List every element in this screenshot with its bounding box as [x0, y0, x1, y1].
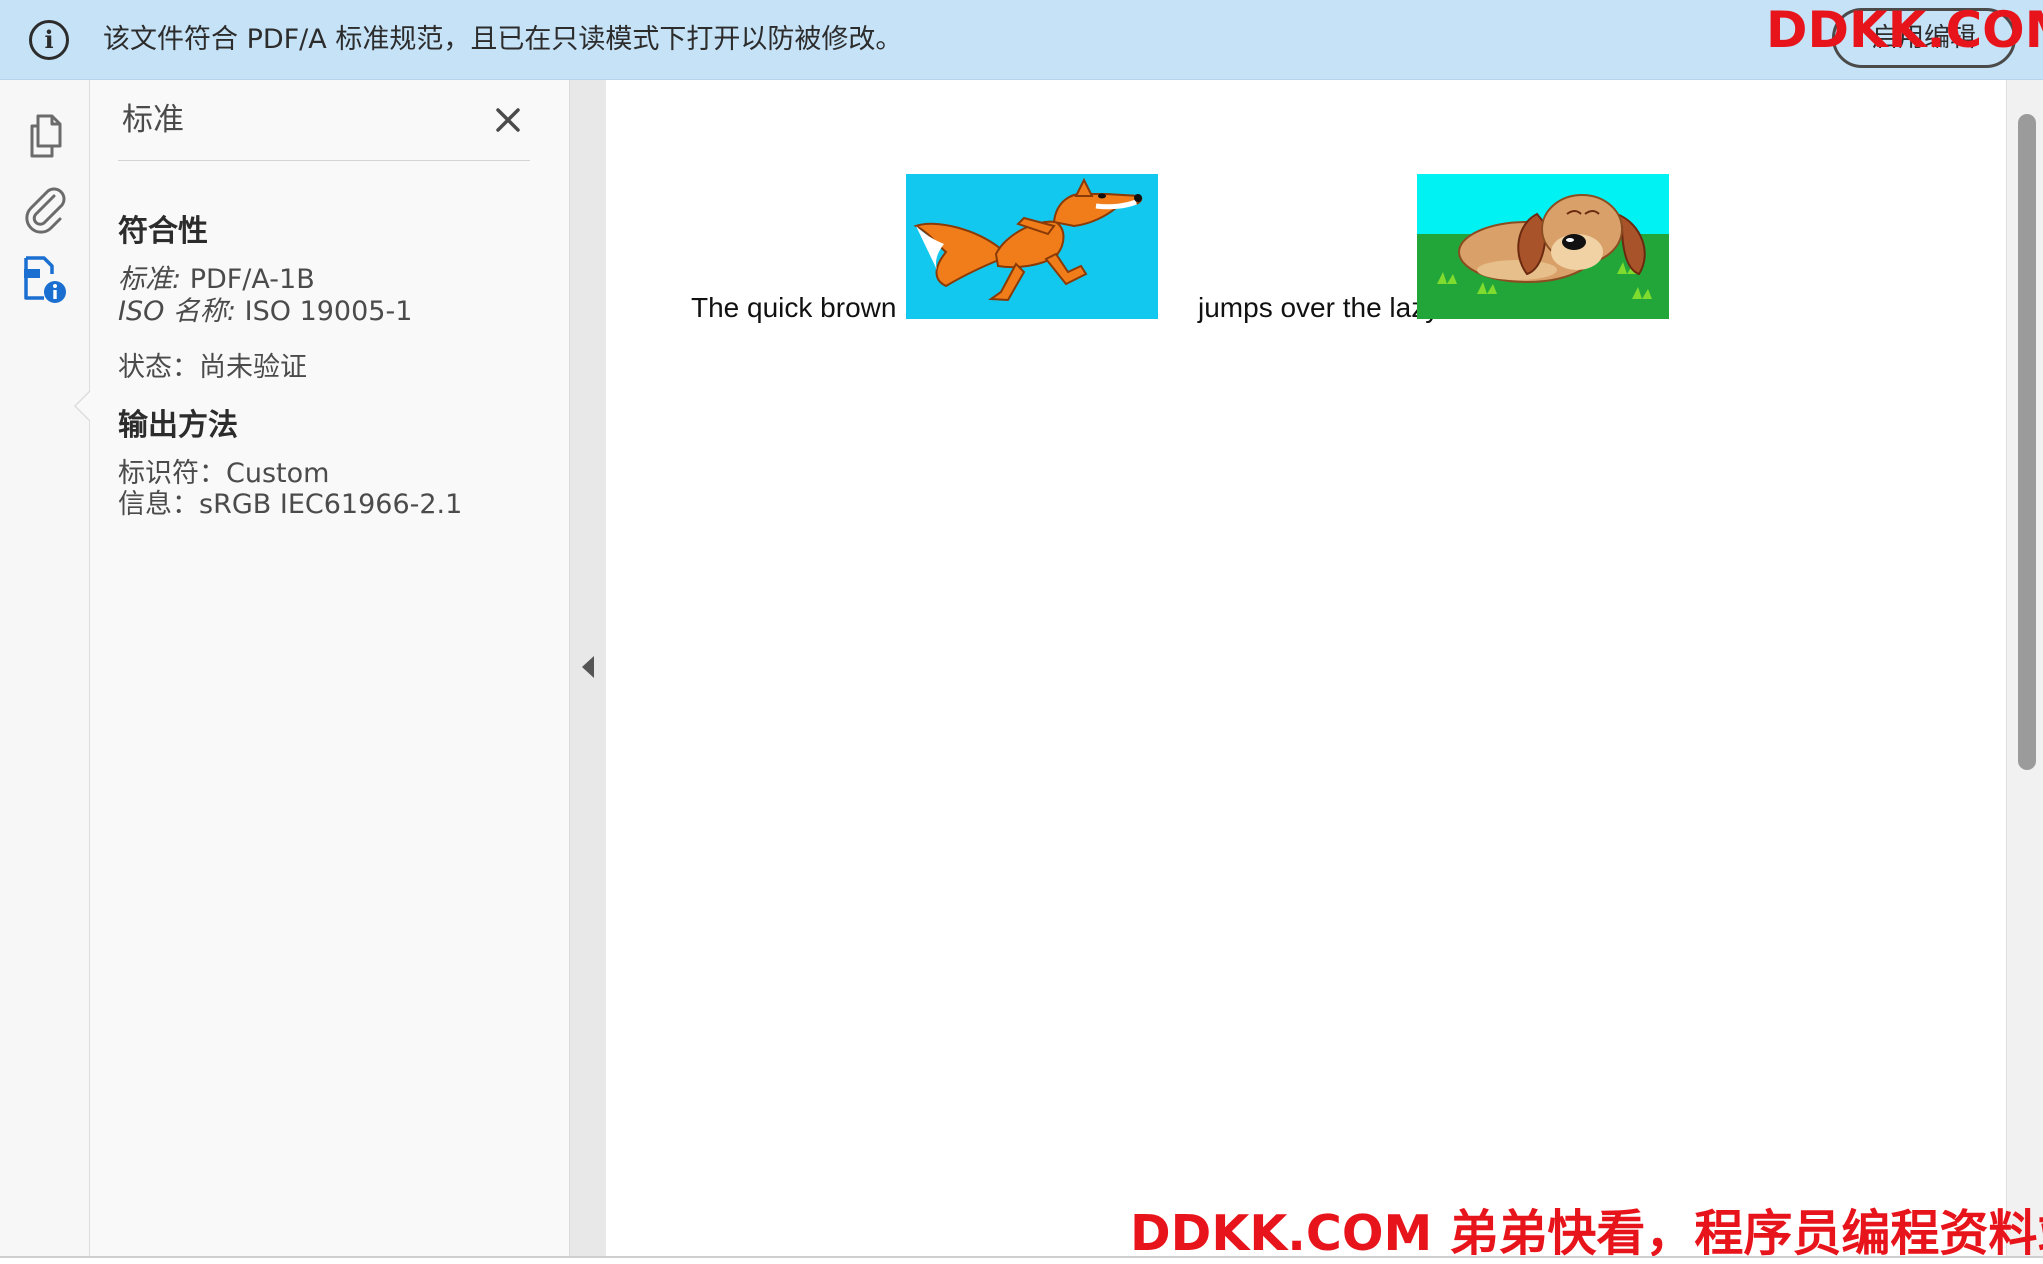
standard-row: 标准: PDF/A-1B	[118, 264, 315, 296]
standards-tool[interactable]	[18, 252, 74, 308]
watermark-bottom: DDKK.COM 弟弟快看，程序员编程资料站	[1130, 1205, 2043, 1262]
info-row: 信息：sRGB IEC61966-2.1	[118, 489, 463, 520]
panel-divider	[118, 160, 530, 161]
iso-name-row: ISO 名称: ISO 19005-1	[118, 296, 412, 328]
tool-rail	[0, 80, 91, 1258]
info-icon: i	[29, 20, 69, 60]
close-icon	[496, 108, 520, 132]
iso-name-value: ISO 19005-1	[244, 296, 413, 327]
paperclip-icon	[25, 187, 66, 234]
standard-key: 标准:	[118, 264, 182, 295]
scrollbar-thumb[interactable]	[2018, 114, 2036, 770]
attachments-tool[interactable]	[18, 180, 74, 236]
selected-tool-caret	[74, 390, 91, 422]
banner-message: 该文件符合 PDF/A 标准规范，且已在只读模式下打开以防被修改。	[103, 24, 903, 55]
standards-info-icon	[24, 256, 66, 303]
doc-text-quick-brown: The quick brown	[691, 292, 897, 323]
panel-title: 标准	[122, 102, 184, 138]
conformance-heading: 符合性	[118, 214, 208, 249]
fox-image	[906, 174, 1158, 319]
standards-panel: 标准 符合性 标准: PDF/A-1B ISO 名称: ISO 19005-1 …	[90, 80, 570, 1258]
close-panel-button[interactable]	[488, 100, 528, 140]
validation-status: 状态：尚未验证	[118, 352, 307, 383]
standard-value: PDF/A-1B	[189, 264, 315, 295]
collapse-arrow-icon[interactable]	[582, 656, 594, 678]
doc-text-jumps-over: jumps over the lazy	[1198, 292, 1440, 323]
vertical-scrollbar[interactable]	[2006, 80, 2043, 1258]
info-banner: i 该文件符合 PDF/A 标准规范，且已在只读模式下打开以防被修改。 启用编辑…	[0, 0, 2043, 80]
document-view: The quick brown jumps over the lazy	[606, 80, 2006, 1258]
copy-pages-icon	[30, 114, 62, 158]
dog-image	[1417, 174, 1669, 319]
output-intent-heading: 输出方法	[118, 408, 238, 443]
iso-name-key: ISO 名称:	[118, 296, 237, 327]
watermark-top: DDKK.COM	[1766, 1, 2043, 59]
panel-splitter[interactable]	[570, 80, 606, 1258]
pages-tool[interactable]	[18, 108, 74, 164]
identifier-row: 标识符：Custom	[118, 458, 330, 489]
